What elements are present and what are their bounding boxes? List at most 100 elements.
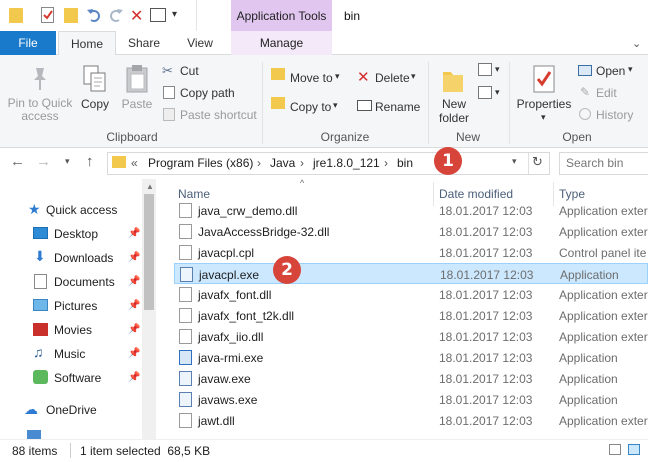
easy-access-icon[interactable] (478, 86, 492, 99)
move-to-icon (271, 68, 285, 80)
scroll-up-arrow-icon[interactable]: ▲ (146, 182, 154, 191)
new-folder-icon[interactable] (64, 8, 78, 23)
copy-button[interactable]: Copy (78, 97, 112, 111)
move-to-dropdown-icon[interactable]: ▾ (335, 71, 340, 82)
delete-icon[interactable]: ✕ (130, 6, 143, 26)
nav-item-quick-access[interactable]: ★ Quick access (0, 198, 142, 222)
nav-scroll-thumb[interactable] (144, 194, 154, 310)
file-type: Application exter (559, 309, 648, 323)
recent-locations-icon[interactable]: ▾ (65, 156, 70, 167)
edit-button[interactable]: Edit (596, 86, 617, 100)
breadcrumb-jre[interactable]: jre1.8.0_121 (313, 156, 380, 170)
pinned-icon[interactable]: 📌 (128, 300, 140, 311)
breadcrumb-program-files[interactable]: Program Files (x86) (148, 156, 253, 170)
table-row[interactable]: javaw.exe 18.01.2017 12:03 Application (174, 368, 648, 389)
nav-item-music[interactable]: ♫ Music 📌 (0, 342, 142, 366)
folder-location-icon (112, 156, 126, 168)
copy-to-button[interactable]: Copy to (290, 100, 331, 114)
move-to-button[interactable]: Move to (290, 71, 333, 85)
breadcrumb-separator: › (257, 156, 261, 170)
expand-ribbon-icon[interactable]: ⌄ (632, 37, 641, 50)
dll-icon (179, 413, 192, 428)
new-folder-line2: folder (438, 111, 470, 125)
copy-path-button[interactable]: Copy path (180, 86, 235, 100)
refresh-icon[interactable]: ↻ (532, 154, 543, 170)
tab-manage[interactable]: Manage (231, 31, 332, 55)
file-type: Application exter (559, 225, 648, 239)
delete-dropdown-icon[interactable]: ▾ (411, 71, 416, 82)
copy-path-icon (163, 86, 175, 99)
column-header-type[interactable]: Type (559, 187, 585, 201)
pinned-icon[interactable]: 📌 (128, 372, 140, 383)
tab-share[interactable]: Share (118, 31, 170, 55)
rename-icon[interactable] (150, 8, 166, 22)
paste-shortcut-button[interactable]: Paste shortcut (180, 108, 257, 122)
new-folder-button[interactable]: New folder (432, 97, 476, 125)
pinned-icon[interactable]: 📌 (128, 348, 140, 359)
table-row[interactable]: JavaAccessBridge-32.dll 18.01.2017 12:03 A… (174, 221, 648, 242)
cut-button[interactable]: Cut (180, 64, 199, 78)
table-row[interactable]: javacpl.cpl 18.01.2017 12:03 Control panel… (174, 242, 648, 263)
back-arrow-icon[interactable]: ← (10, 153, 25, 170)
column-header-date[interactable]: Date modified (439, 187, 513, 201)
nav-item-documents[interactable]: Documents 📌 (0, 270, 142, 294)
redo-icon[interactable] (108, 7, 124, 26)
pinned-icon[interactable]: 📌 (128, 324, 140, 335)
rename-button[interactable]: Rename (375, 100, 420, 114)
new-item-icon[interactable] (478, 63, 492, 76)
paste-button[interactable]: Paste (118, 97, 156, 111)
rename-field-icon (357, 100, 372, 111)
onedrive-icon: ☁ (24, 401, 38, 417)
table-row[interactable]: jawt.dll 18.01.2017 12:03 Application exte… (174, 410, 648, 431)
table-row[interactable]: java-rmi.exe 18.01.2017 12:03 Application (174, 347, 648, 368)
delete-button[interactable]: Delete (375, 71, 410, 85)
nav-item-desktop[interactable]: Desktop 📌 (0, 222, 142, 246)
table-row[interactable]: javacpl.exe 18.01.2017 12:03 Application (174, 263, 648, 284)
table-row[interactable]: javaws.exe 18.01.2017 12:03 Application (174, 389, 648, 410)
new-item-dropdown-icon[interactable]: ▾ (495, 64, 500, 75)
nav-item-downloads[interactable]: ⬇ Downloads 📌 (0, 246, 142, 270)
pinned-icon[interactable]: 📌 (128, 276, 140, 287)
file-name: javaw.exe (198, 372, 251, 386)
properties-button[interactable]: Properties (514, 97, 574, 111)
qat-dropdown-icon[interactable]: ▾ (172, 9, 177, 20)
table-row[interactable]: javafx_font.dll 18.01.2017 12:03 Applicati… (174, 284, 648, 305)
nav-item-label: Documents (54, 275, 115, 289)
pinned-icon[interactable]: 📌 (128, 252, 140, 263)
pin-to-quick-access-button[interactable]: Pin to Quick access (6, 97, 74, 123)
search-input[interactable]: Search bin (566, 156, 623, 170)
nav-item-onedrive[interactable]: ☁ OneDrive (0, 398, 142, 422)
file-date: 18.01.2017 12:03 (440, 268, 534, 282)
column-header-name[interactable]: Name (178, 187, 210, 201)
tab-file[interactable]: File (0, 31, 56, 55)
table-row[interactable]: java_crw_demo.dll 18.01.2017 12:03 Applica… (174, 200, 648, 221)
large-icons-view-icon[interactable] (628, 444, 640, 455)
easy-access-dropdown-icon[interactable]: ▾ (495, 87, 500, 98)
breadcrumb-bin[interactable]: bin (397, 156, 413, 170)
properties-check-icon[interactable] (41, 7, 54, 23)
folder-icon[interactable] (9, 8, 23, 23)
details-view-icon[interactable] (609, 444, 621, 455)
pinned-icon[interactable]: 📌 (128, 228, 140, 239)
java-exe-icon (179, 371, 192, 386)
nav-item-movies[interactable]: Movies 📌 (0, 318, 142, 342)
properties-dropdown-icon[interactable]: ▾ (541, 112, 546, 123)
table-row[interactable]: javafx_iio.dll 18.01.2017 12:03 Applicatio… (174, 326, 648, 347)
nav-item-software[interactable]: Software 📌 (0, 366, 142, 390)
annotation-badge-1: 1 (434, 147, 462, 175)
open-dropdown-icon[interactable]: ▾ (628, 64, 633, 75)
tab-view[interactable]: View (172, 31, 228, 55)
open-button[interactable]: Open (596, 64, 625, 78)
undo-icon[interactable] (86, 7, 102, 26)
copy-to-dropdown-icon[interactable]: ▾ (333, 100, 338, 111)
address-dropdown-icon[interactable]: ▾ (512, 156, 517, 167)
forward-arrow-icon[interactable]: → (36, 153, 51, 170)
tab-home[interactable]: Home (58, 31, 116, 56)
breadcrumb-separator: › (384, 156, 388, 170)
breadcrumb-overflow[interactable]: « (131, 156, 138, 170)
history-button[interactable]: History (596, 108, 633, 122)
nav-item-pictures[interactable]: Pictures 📌 (0, 294, 142, 318)
up-arrow-icon[interactable]: ↑ (86, 153, 94, 170)
table-row[interactable]: javafx_font_t2k.dll 18.01.2017 12:03 Appli… (174, 305, 648, 326)
breadcrumb-java[interactable]: Java (270, 156, 295, 170)
